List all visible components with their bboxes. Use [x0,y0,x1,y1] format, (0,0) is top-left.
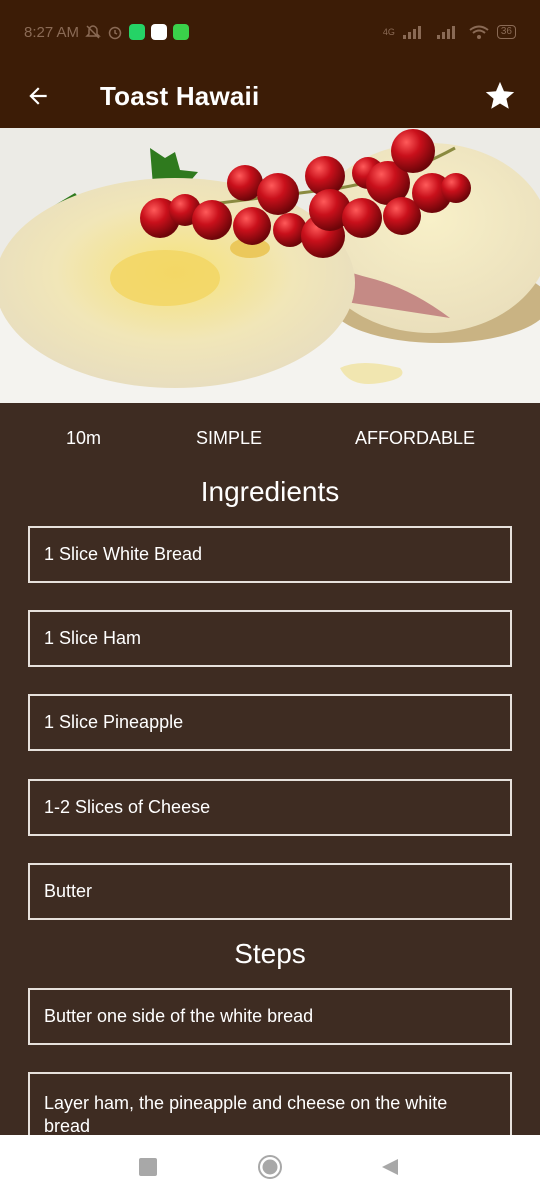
ingredient-item: Butter [28,863,512,920]
recents-button[interactable] [138,1157,158,1177]
ingredient-item: 1 Slice White Bread [28,526,512,583]
alarm-icon [107,24,123,40]
app-bar: Toast Hawaii [0,64,540,128]
home-button[interactable] [257,1154,283,1180]
affordability-label: AFFORDABLE [355,428,476,448]
triangle-back-icon [382,1159,398,1175]
complexity-label: SIMPLE [196,428,263,448]
favorite-button[interactable] [474,70,526,122]
chat-notification-icon [173,24,190,40]
ingredient-item: 1-2 Slices of Cheese [28,779,512,836]
status-bar: 8:27 AM 4G 36 [0,0,540,64]
back-button[interactable] [12,70,64,122]
app-notification-icon [151,24,168,40]
arrow-left-icon [29,87,47,105]
wifi-icon [469,25,489,39]
system-navigation-bar [0,1135,540,1200]
signal-icon [402,25,429,39]
duration-label: 10m [66,428,102,448]
steps-heading: Steps [234,938,306,969]
status-time: 8:27 AM [24,23,80,41]
recipe-meta: 10m SIMPLE AFFORDABLE [0,420,540,456]
mute-icon [85,24,101,40]
whatsapp-icon [129,24,146,40]
recipe-image [0,128,540,403]
signal-2-icon [436,25,461,39]
ingredients-heading: Ingredients [200,476,340,507]
battery-indicator: 36 [496,25,516,39]
network-type: 4G [382,27,395,37]
back-nav-button[interactable] [380,1157,400,1177]
circle-icon [258,1155,282,1179]
page-title: Toast Hawaii [100,80,260,111]
ingredient-item: 1 Slice Pineapple [28,694,512,751]
ingredient-item: 1 Slice Ham [28,610,512,667]
square-icon [139,1158,157,1176]
star-icon [485,81,515,109]
step-item: Butter one side of the white bread [28,988,512,1045]
